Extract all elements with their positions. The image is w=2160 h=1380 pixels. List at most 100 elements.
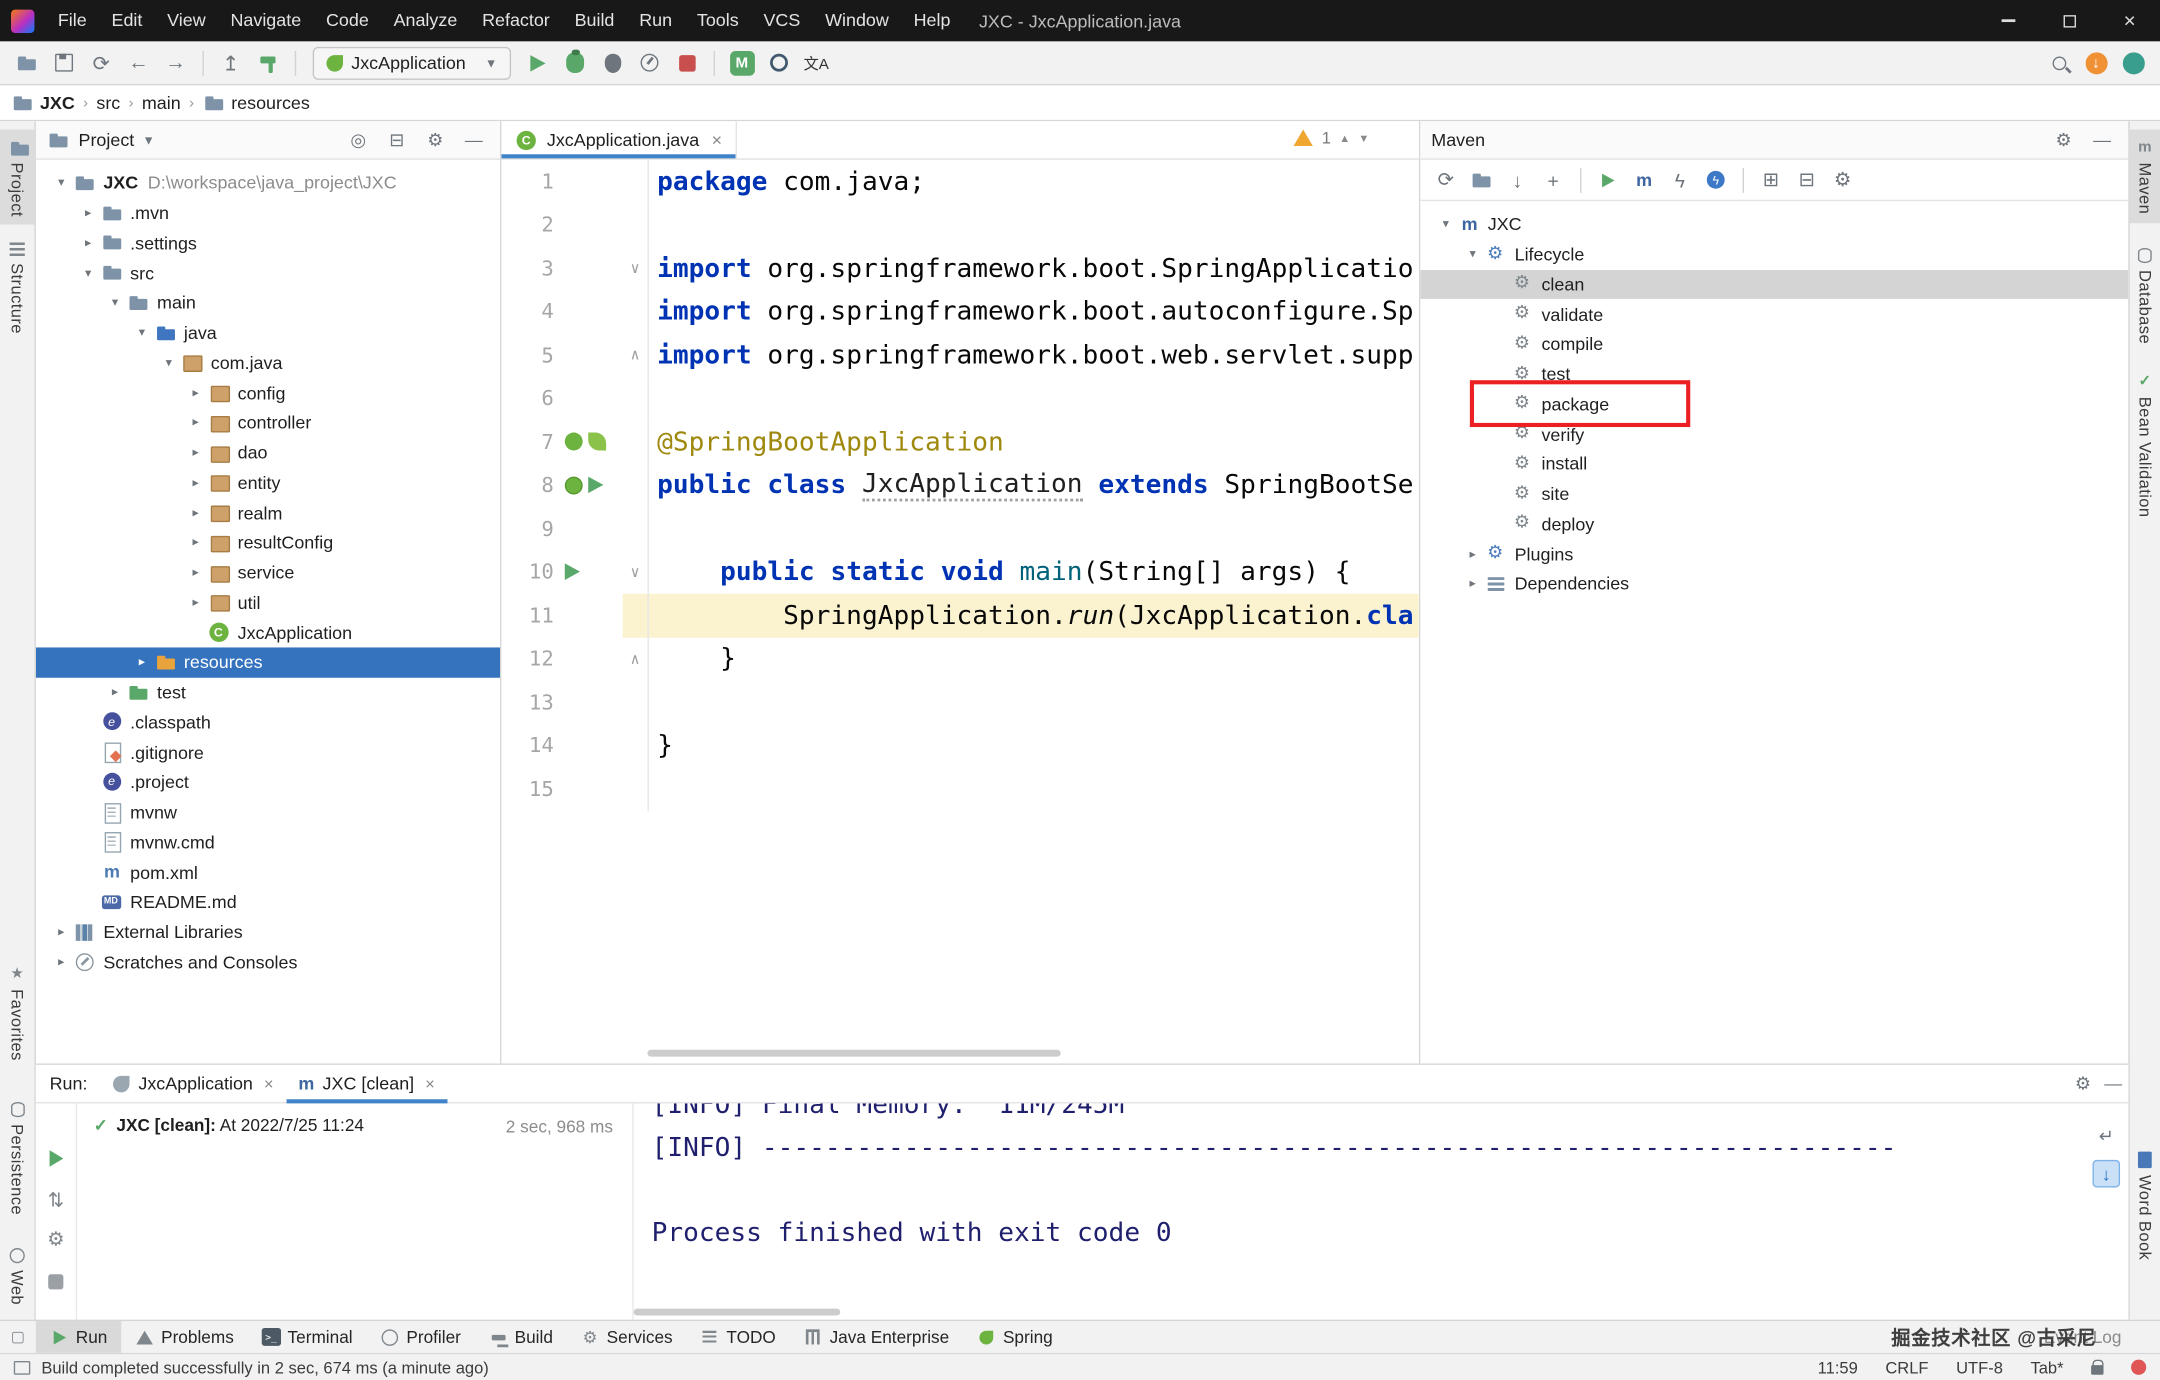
toolwindow-button-services[interactable]: Services: [567, 1321, 687, 1353]
project-item-mvn[interactable]: ▸.mvn: [36, 198, 500, 228]
run-gutter-icon[interactable]: [565, 564, 580, 581]
breadcrumb-item-resources[interactable]: resources: [202, 92, 310, 114]
next-problem-icon[interactable]: ▼: [1358, 132, 1369, 144]
close-tab-icon[interactable]: ×: [425, 1074, 435, 1093]
stripe-button-project[interactable]: Project: [0, 129, 34, 225]
menu-help[interactable]: Help: [901, 10, 963, 31]
maven-item-clean[interactable]: clean: [1420, 269, 2128, 299]
code-text[interactable]: import org.springframework.boot.web.serv…: [647, 333, 1418, 376]
project-item-com-java[interactable]: ▾com.java: [36, 348, 500, 378]
lock-icon[interactable]: [2091, 1364, 2103, 1374]
project-item-mvnw[interactable]: mvnw: [36, 797, 500, 827]
project-item-controller[interactable]: ▸controller: [36, 408, 500, 438]
close-button[interactable]: ×: [2099, 0, 2160, 41]
chevron-right-icon[interactable]: ▸: [50, 925, 73, 940]
project-item-mvnw-cmd[interactable]: mvnw.cmd: [36, 827, 500, 857]
menu-tools[interactable]: Tools: [684, 10, 751, 31]
toolwindow-button-profiler[interactable]: Profiler: [366, 1321, 474, 1353]
encoding-widget[interactable]: UTF-8: [1956, 1358, 2003, 1377]
download-sources-button[interactable]: ↓: [1500, 165, 1534, 195]
chevron-down-icon[interactable]: ▾: [157, 355, 180, 370]
code-text[interactable]: import org.springframework.boot.autoconf…: [647, 290, 1418, 333]
maven-item-jxc[interactable]: ▾JXC: [1420, 209, 2128, 239]
code-text[interactable]: [647, 507, 1418, 550]
project-item-src[interactable]: ▾src: [36, 258, 500, 288]
chevron-right-icon[interactable]: ▸: [184, 535, 207, 550]
maven-item-site[interactable]: site: [1420, 479, 2128, 509]
maven-item-compile[interactable]: compile: [1420, 329, 2128, 359]
offline-mode-button[interactable]: ϟ: [1699, 165, 1733, 195]
chevron-down-icon[interactable]: ▾: [1434, 217, 1457, 232]
hide-panel-button[interactable]: —: [2098, 1070, 2128, 1098]
search-everywhere-button[interactable]: [2040, 46, 2077, 79]
project-item-realm[interactable]: ▸realm: [36, 498, 500, 528]
toolwindow-button-run[interactable]: Run: [36, 1321, 121, 1353]
project-tree[interactable]: ▾JXCD:\workspace\java_project\JXC▸.mvn▸.…: [36, 160, 500, 1064]
project-item-scratches-and-consoles[interactable]: ▸Scratches and Consoles: [36, 947, 500, 977]
stripe-button-structure[interactable]: Structure: [0, 234, 34, 342]
project-item-test[interactable]: ▸test: [36, 677, 500, 707]
maven-item-validate[interactable]: validate: [1420, 299, 2128, 329]
run-result-tree[interactable]: ✓JXC [clean]: At 2022/7/25 11:24 2 sec, …: [77, 1103, 634, 1319]
code-text[interactable]: @SpringBootApplication: [647, 420, 1418, 463]
run-maven-build-button[interactable]: [1591, 165, 1625, 195]
breadcrumb-item-main[interactable]: main: [142, 92, 181, 113]
project-item-util[interactable]: ▸util: [36, 588, 500, 618]
code-text[interactable]: public class JxcApplication extends Spri…: [647, 464, 1418, 507]
breadcrumb-item-src[interactable]: src: [96, 92, 120, 113]
chevron-right-icon[interactable]: ▸: [184, 595, 207, 610]
editor-body[interactable]: 1package com.java;23∨import org.springfr…: [501, 160, 1418, 1064]
indent-widget[interactable]: Tab*: [2030, 1358, 2063, 1377]
hide-panel-button[interactable]: —: [459, 126, 489, 154]
chevron-right-icon[interactable]: ▸: [184, 385, 207, 400]
run-console[interactable]: [INFO] Final Memory: 11M/245M[INFO] ----…: [634, 1103, 2129, 1319]
project-item-classpath[interactable]: .classpath: [36, 707, 500, 737]
menu-file[interactable]: File: [45, 10, 99, 31]
maven-settings-wrench-button[interactable]: ⚙: [1825, 165, 1859, 195]
expand-all-button[interactable]: ⊞: [1754, 165, 1788, 195]
code-text[interactable]: public static void main(String[] args) {: [647, 550, 1418, 593]
skip-tests-button[interactable]: ϟ: [1663, 165, 1697, 195]
run-tab-jxc-clean[interactable]: m JXC [clean] ×: [286, 1064, 447, 1103]
code-text[interactable]: SpringApplication.run(JxcApplication.cla: [647, 594, 1418, 637]
sync-button[interactable]: ⟳: [83, 46, 120, 79]
code-text[interactable]: [647, 681, 1418, 724]
stripe-button-persistence[interactable]: Persistence: [0, 1094, 34, 1223]
toolwindow-button-java-enterprise[interactable]: Java Enterprise: [790, 1321, 963, 1353]
forward-button[interactable]: →: [157, 46, 194, 79]
close-tab-icon[interactable]: ×: [712, 129, 722, 150]
fold-down-icon[interactable]: ∨: [623, 247, 648, 290]
line-separator-widget[interactable]: CRLF: [1885, 1358, 1928, 1377]
soft-wrap-button[interactable]: ↵: [2092, 1123, 2120, 1151]
menu-window[interactable]: Window: [813, 10, 902, 31]
fold-down-icon[interactable]: ∨: [623, 550, 648, 593]
reimport-button[interactable]: ⟳: [1429, 165, 1463, 195]
collapse-all-button[interactable]: ⊟: [382, 126, 412, 154]
project-item-jxc[interactable]: ▾JXCD:\workspace\java_project\JXC: [36, 168, 500, 198]
load-changes-button[interactable]: ↥: [212, 46, 249, 79]
fold-up-icon[interactable]: ∧: [623, 637, 648, 680]
chevron-down-icon[interactable]: ▾: [103, 295, 126, 310]
toolwindow-button-spring[interactable]: Spring: [963, 1321, 1067, 1353]
run-configuration-select[interactable]: JxcApplication ▼: [313, 46, 511, 79]
leaf-gutter-icon[interactable]: [588, 433, 606, 451]
chevron-right-icon[interactable]: ▸: [184, 565, 207, 580]
project-item-settings[interactable]: ▸.settings: [36, 228, 500, 258]
project-item-dao[interactable]: ▸dao: [36, 438, 500, 468]
rerun-button[interactable]: [36, 1150, 76, 1167]
maven-settings-button[interactable]: ⚙: [2048, 126, 2078, 154]
toolwindow-button-todo[interactable]: TODO: [686, 1321, 789, 1353]
menu-vcs[interactable]: VCS: [751, 10, 813, 31]
toolwindow-button-problems[interactable]: Problems: [121, 1321, 247, 1353]
stop-process-button[interactable]: [36, 1274, 76, 1289]
editor-horizontal-scrollbar[interactable]: [647, 1050, 1060, 1057]
breadcrumb-item-jxc[interactable]: JXC: [11, 92, 75, 114]
save-all-button[interactable]: [45, 46, 82, 79]
run-tab-jxcapplication[interactable]: JxcApplication ×: [101, 1064, 286, 1103]
run-gutter-icon[interactable]: [588, 477, 603, 494]
notification-icon[interactable]: [2131, 1360, 2146, 1375]
stop-button[interactable]: [668, 46, 705, 79]
hidden-windows-icon[interactable]: ▢: [0, 1328, 36, 1346]
springbean-gutter-icon[interactable]: [565, 476, 583, 494]
update-notification-button[interactable]: ↓: [2077, 46, 2114, 79]
